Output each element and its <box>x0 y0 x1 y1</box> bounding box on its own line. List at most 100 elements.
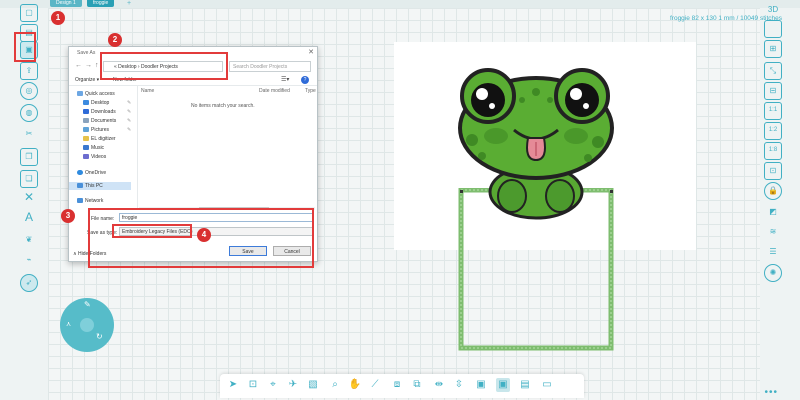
monitor-icon[interactable]: ▭ <box>540 378 554 392</box>
lock-icon[interactable]: 🔒 <box>764 182 782 200</box>
3d-icon[interactable]: 3D <box>764 2 782 20</box>
forward-icon[interactable]: → <box>85 62 92 69</box>
highlight-save-type <box>112 224 192 238</box>
crop-icon[interactable]: ⧈ <box>390 378 404 392</box>
empty-message: No items match your search. <box>191 103 255 109</box>
download-icon <box>83 109 89 114</box>
step-marker-4: 4 <box>197 228 211 242</box>
ruler-icon[interactable]: ⊟ <box>764 82 782 100</box>
rotate-icon: ↻ <box>96 332 103 341</box>
mirror-h-icon[interactable]: ⇹ <box>432 378 446 392</box>
paste-icon[interactable]: ❏ <box>20 170 38 188</box>
step-marker-1: 1 <box>51 11 65 25</box>
frame-2-icon[interactable]: ▣ <box>496 378 510 392</box>
nav-music[interactable]: Music <box>83 145 104 151</box>
stitch-icon[interactable]: ≋ <box>764 224 782 242</box>
text-icon[interactable]: A <box>20 210 38 228</box>
step-marker-2: 2 <box>108 33 122 47</box>
fingerprint-icon[interactable]: ◎ <box>20 82 38 100</box>
node-edit-icon[interactable]: ⌖ <box>266 378 280 392</box>
tab-design-1[interactable]: Design 1 <box>50 0 82 7</box>
tab-froggie[interactable]: froggie <box>87 0 115 7</box>
nav-quick-access[interactable]: Quick access <box>77 91 115 97</box>
cursor-icon[interactable]: ➶ <box>20 274 38 292</box>
leaf-icon[interactable]: ❦ <box>20 232 38 250</box>
align-icon[interactable]: ◩ <box>764 204 782 222</box>
zoom-1-1-icon[interactable]: 1:1 <box>764 102 782 120</box>
nav-onedrive[interactable]: OneDrive <box>77 170 106 176</box>
search-input[interactable]: Search Doodler Projects <box>229 61 311 72</box>
picture-icon <box>83 127 89 132</box>
close-icon[interactable]: ✕ <box>308 48 314 56</box>
back-icon[interactable]: ← <box>75 62 82 69</box>
square-icon[interactable] <box>764 20 782 38</box>
right-toolbar: 3D ⊞ ⤡ ⊟ 1:1 1:2 1:8 ⊡ 🔒 ◩ ≋ ☰ ✺ <box>758 0 788 400</box>
measure-icon[interactable]: ⟋ <box>368 378 382 392</box>
export-icon[interactable]: ⇪ <box>20 62 38 80</box>
document-icon <box>83 118 89 123</box>
layers-icon[interactable]: ☰ <box>764 244 782 262</box>
highlight-save-tool <box>14 32 36 62</box>
column-headers: Name Date modified Type <box>139 88 316 96</box>
select-arrow-icon[interactable]: ➤ <box>226 378 240 392</box>
star-icon <box>77 91 83 96</box>
distort-icon[interactable]: ⧉ <box>410 378 424 392</box>
dialog-title: Save As <box>77 50 96 56</box>
more-menu-icon[interactable]: ••• <box>764 387 778 398</box>
pin-icon: ✎ <box>127 127 132 133</box>
frame-1-icon[interactable]: ▣ <box>474 378 488 392</box>
nav-pictures[interactable]: Pictures <box>83 127 109 133</box>
music-icon <box>83 145 89 150</box>
image-icon[interactable]: ▧ <box>306 378 320 392</box>
pin-icon: ✎ <box>127 100 132 106</box>
bottom-toolbar: ➤ ⊡ ⌖ ✈ ▧ ⌕ ✋ ⟋ ⧈ ⧉ ⇹ ⇳ ▣ ▣ ▤ ▭ <box>220 374 584 398</box>
highlight-address-bar <box>100 52 228 80</box>
desktop-icon <box>83 100 89 105</box>
thread-icon[interactable]: ✺ <box>764 264 782 282</box>
page-icon[interactable]: ▢ <box>20 4 38 22</box>
zoom-icon[interactable]: ⌕ <box>328 378 342 392</box>
navigation-pane: Quick access Desktop ✎ Downloads ✎ Docum… <box>69 86 138 208</box>
scale-icon[interactable]: ⤡ <box>764 62 782 80</box>
help-icon[interactable]: ? <box>301 76 309 84</box>
scissors-icon[interactable]: ✂ <box>20 126 38 144</box>
nav-desktop[interactable]: Desktop <box>83 100 109 106</box>
nav-network[interactable]: Network <box>77 198 103 204</box>
column-type[interactable]: Type <box>305 88 316 94</box>
nav-this-pc[interactable]: This PC <box>77 183 103 189</box>
column-name[interactable]: Name <box>141 88 154 94</box>
bird-icon[interactable]: ✈ <box>286 378 300 392</box>
trace-icon[interactable]: ⌁ <box>20 252 38 270</box>
transform-icon[interactable]: ⊡ <box>246 378 260 392</box>
zoom-1-2-icon[interactable]: 1:2 <box>764 122 782 140</box>
add-tab-button[interactable]: + <box>127 0 131 7</box>
tab-strip: Design 1 froggie + <box>0 0 800 8</box>
nav-videos[interactable]: Videos <box>83 154 106 160</box>
dial-center[interactable] <box>80 318 94 332</box>
view-options-icon[interactable]: ☰▾ <box>281 76 289 83</box>
mirror-v-icon[interactable]: ⇳ <box>452 378 466 392</box>
grid-icon[interactable]: ⊞ <box>764 40 782 58</box>
network-icon <box>77 198 83 203</box>
nav-el-digitizer[interactable]: EL digitizer <box>83 136 116 142</box>
frame-3-icon[interactable]: ▤ <box>518 378 532 392</box>
zoom-1-8-icon[interactable]: 1:8 <box>764 142 782 160</box>
copy-icon[interactable]: ❐ <box>20 148 38 166</box>
cross-icon[interactable]: ✕ <box>20 190 38 208</box>
column-date-modified[interactable]: Date modified <box>259 88 290 94</box>
frog-design[interactable] <box>452 64 622 220</box>
nav-documents[interactable]: Documents <box>83 118 116 124</box>
chevron-up-icon: ⋏ <box>66 321 72 328</box>
organize-menu[interactable]: Organize ▾ <box>75 77 99 83</box>
pen-icon: ✎ <box>84 300 91 309</box>
fingerprint-alt-icon[interactable]: ◍ <box>20 104 38 122</box>
hand-icon[interactable]: ✋ <box>348 378 362 392</box>
pin-icon: ✎ <box>127 118 132 124</box>
folder-icon <box>83 136 89 141</box>
rotation-dial[interactable]: ✎ ⋏ ↻ <box>60 298 114 352</box>
hoop-icon[interactable]: ⊡ <box>764 162 782 180</box>
up-icon[interactable]: ↑ <box>95 62 99 69</box>
cloud-icon <box>77 170 83 175</box>
nav-downloads[interactable]: Downloads <box>83 109 116 115</box>
step-marker-3: 3 <box>61 209 75 223</box>
